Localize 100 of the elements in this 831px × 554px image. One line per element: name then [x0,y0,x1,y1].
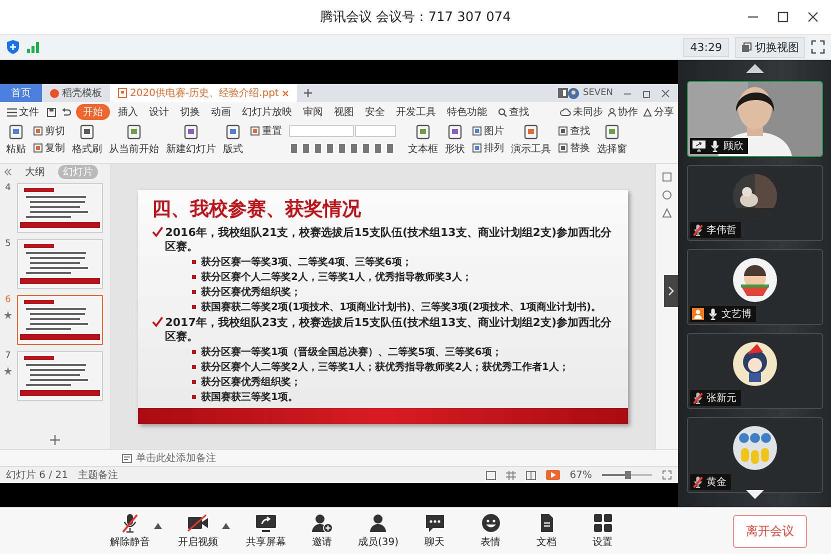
check-icon [152,316,164,328]
scroll-up-icon[interactable] [746,64,764,73]
menu-tab[interactable]: 幻灯片放映 [239,104,295,120]
play-icon[interactable] [546,470,560,480]
avatar-icon[interactable] [568,88,580,98]
document-tab[interactable]: 稻壳模板 [42,84,110,102]
close-icon[interactable] [661,88,670,98]
fullscreen-icon[interactable] [811,40,825,54]
participant-tile[interactable]: 张新元 [686,333,822,409]
toolbar-button[interactable]: 开启视频 [178,513,218,549]
ribbon-button[interactable]: 重置 [250,124,282,138]
tool-icon [8,124,24,140]
toolbar-button[interactable]: 解除静音 [110,513,150,549]
reading-view-icon[interactable] [526,470,536,480]
participant-tile[interactable]: 李伟哲 [686,165,822,241]
menu-tab[interactable]: 文件 [4,104,42,120]
slide-number: 5 [5,239,11,249]
caret-icon[interactable] [154,523,162,529]
ribbon-button[interactable]: 版式 [223,124,243,156]
slide-thumbnail[interactable] [17,295,103,345]
restore-icon[interactable] [642,88,651,98]
ribbon-button[interactable]: 格式刷 [72,124,102,156]
menu-tab[interactable]: 查找 [495,104,532,120]
menu-tab[interactable]: 切换 [177,104,203,120]
add-tab-icon[interactable] [302,88,313,98]
ribbon-button[interactable]: 剪切 [33,124,65,138]
toolbar-button[interactable]: 成员(39) [358,513,399,549]
toolbar-button[interactable]: 邀请 [302,513,342,549]
slide-text: 获分区赛个人二等奖2人，三等奖1人，优秀指导教师奖3人； [201,270,472,284]
leave-meeting-button[interactable]: 离开会议 [733,514,807,548]
scroll-down-icon[interactable] [746,490,764,499]
slide-text: 获分区赛一等奖3项、二等奖4项、三等奖6项； [201,256,412,268]
collapse-panel-button[interactable] [664,275,678,307]
ribbon-button[interactable]: 形状 [445,124,465,156]
check-icon [152,226,164,238]
ribbon-button[interactable]: 查找 [558,124,590,138]
ribbon-button[interactable]: 替换 [558,141,590,155]
participant-tile[interactable]: 黄金 [686,417,822,493]
tool-icon [250,126,260,136]
document-tab[interactable]: 首页 [0,84,42,102]
toolbar-button[interactable]: 聊天 [414,513,455,549]
participant-name: 黄金 [706,476,726,489]
ribbon-button[interactable]: 图片 [472,124,504,138]
add-slide-icon[interactable] [50,435,60,445]
slide-text: 获分区赛优秀组织奖； [201,286,301,298]
tool-icon [126,124,142,140]
toolbar-button[interactable]: 共享屏幕 [246,513,286,549]
ribbon-button[interactable]: 演示工具 [511,124,551,156]
ribbon-button[interactable]: 从当前开始 [109,124,159,156]
view-icon [741,42,752,52]
menu-tab[interactable]: 开发工具 [393,104,439,120]
toolbar-button[interactable]: 文档 [526,513,567,549]
ribbon-button[interactable]: 新建幻灯片 [166,124,216,156]
slide-text: 获分区赛优秀组织奖； [201,376,301,388]
bullet-icon [192,274,196,278]
toolbar-button[interactable]: 协作 [608,105,638,119]
toolbar-button[interactable]: 设置 [582,513,623,549]
bullet-icon [192,350,196,354]
switch-view-button[interactable]: 切换视图 [735,36,805,58]
toolbar-button[interactable]: 分享 [643,105,674,119]
search-icon [498,108,507,116]
menu-tab[interactable]: 审阅 [300,104,326,120]
toolbar-button[interactable]: 表情 [470,513,511,549]
undo-icon[interactable] [61,108,71,116]
save-icon[interactable] [47,108,56,116]
fit-icon[interactable] [662,470,672,480]
chat-icon [424,513,446,533]
menu-tab[interactable]: 特色功能 [444,104,490,120]
collapse-icon[interactable] [4,168,12,176]
person-icon [608,108,616,116]
menu-tab[interactable]: 视图 [331,104,357,120]
panel-tab[interactable]: 大纲 [20,165,50,179]
caret-icon[interactable] [222,523,230,529]
shield-icon [6,39,20,55]
slide-text: 获国赛获二等奖2项(1项技术、1项商业计划书)、三等奖3项(2项技术、1项商业计划书)。 [201,300,602,314]
tool-icon [604,124,620,140]
slide-thumbnail[interactable] [17,239,103,289]
emoji-icon [480,513,502,533]
notes-field[interactable]: 单击此处添加备注 [136,451,216,465]
tool-icon [523,124,539,140]
normal-view-icon[interactable] [486,470,496,480]
menu-tab[interactable]: 安全 [362,104,388,120]
ribbon-button[interactable]: 粘贴 [6,124,26,156]
ribbon-button[interactable]: 选择窗 [597,124,627,156]
ribbon-button[interactable]: 排列 [472,141,504,155]
close-icon[interactable] [807,11,819,23]
participant-tile[interactable]: 顾欣 [686,81,822,157]
slide-thumbnail[interactable] [17,183,103,233]
menu-tab[interactable]: 动画 [208,104,234,120]
participant-tile[interactable]: 文艺博 [686,249,822,325]
menu-tab[interactable]: 插入 [115,104,141,120]
toolbar-button[interactable]: 未同步 [560,105,603,119]
slide-thumbnail[interactable] [17,351,103,401]
menu-tab[interactable]: 设计 [146,104,172,120]
bullet-icon [192,364,196,368]
ribbon-button[interactable]: 文本框 [408,124,438,156]
grid-view-icon[interactable] [506,470,516,480]
ribbon-button[interactable]: 复制 [33,141,65,155]
maximize-icon[interactable] [777,11,789,23]
meeting-timer: 43:29 [683,38,729,56]
